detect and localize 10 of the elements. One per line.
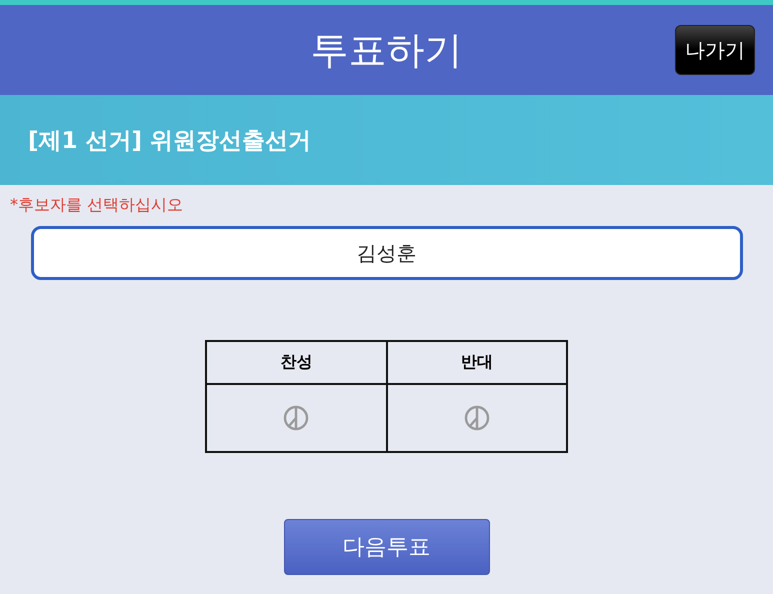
candidate-field[interactable]: 김성훈 — [30, 226, 742, 280]
option-label: 찬성 — [206, 341, 386, 384]
election-title: [제1 선거] 위원장선출선거 — [28, 126, 312, 156]
next-vote-button[interactable]: 다음투표 — [284, 519, 490, 575]
page-title: 투표하기 — [310, 26, 464, 74]
instruction-text: *후보자를 선택하십시오 — [10, 195, 184, 216]
vote-cell[interactable] — [206, 384, 386, 452]
option-label: 반대 — [386, 341, 567, 384]
exit-button[interactable]: 나가기 — [675, 25, 755, 75]
vote-cell[interactable] — [386, 384, 567, 452]
